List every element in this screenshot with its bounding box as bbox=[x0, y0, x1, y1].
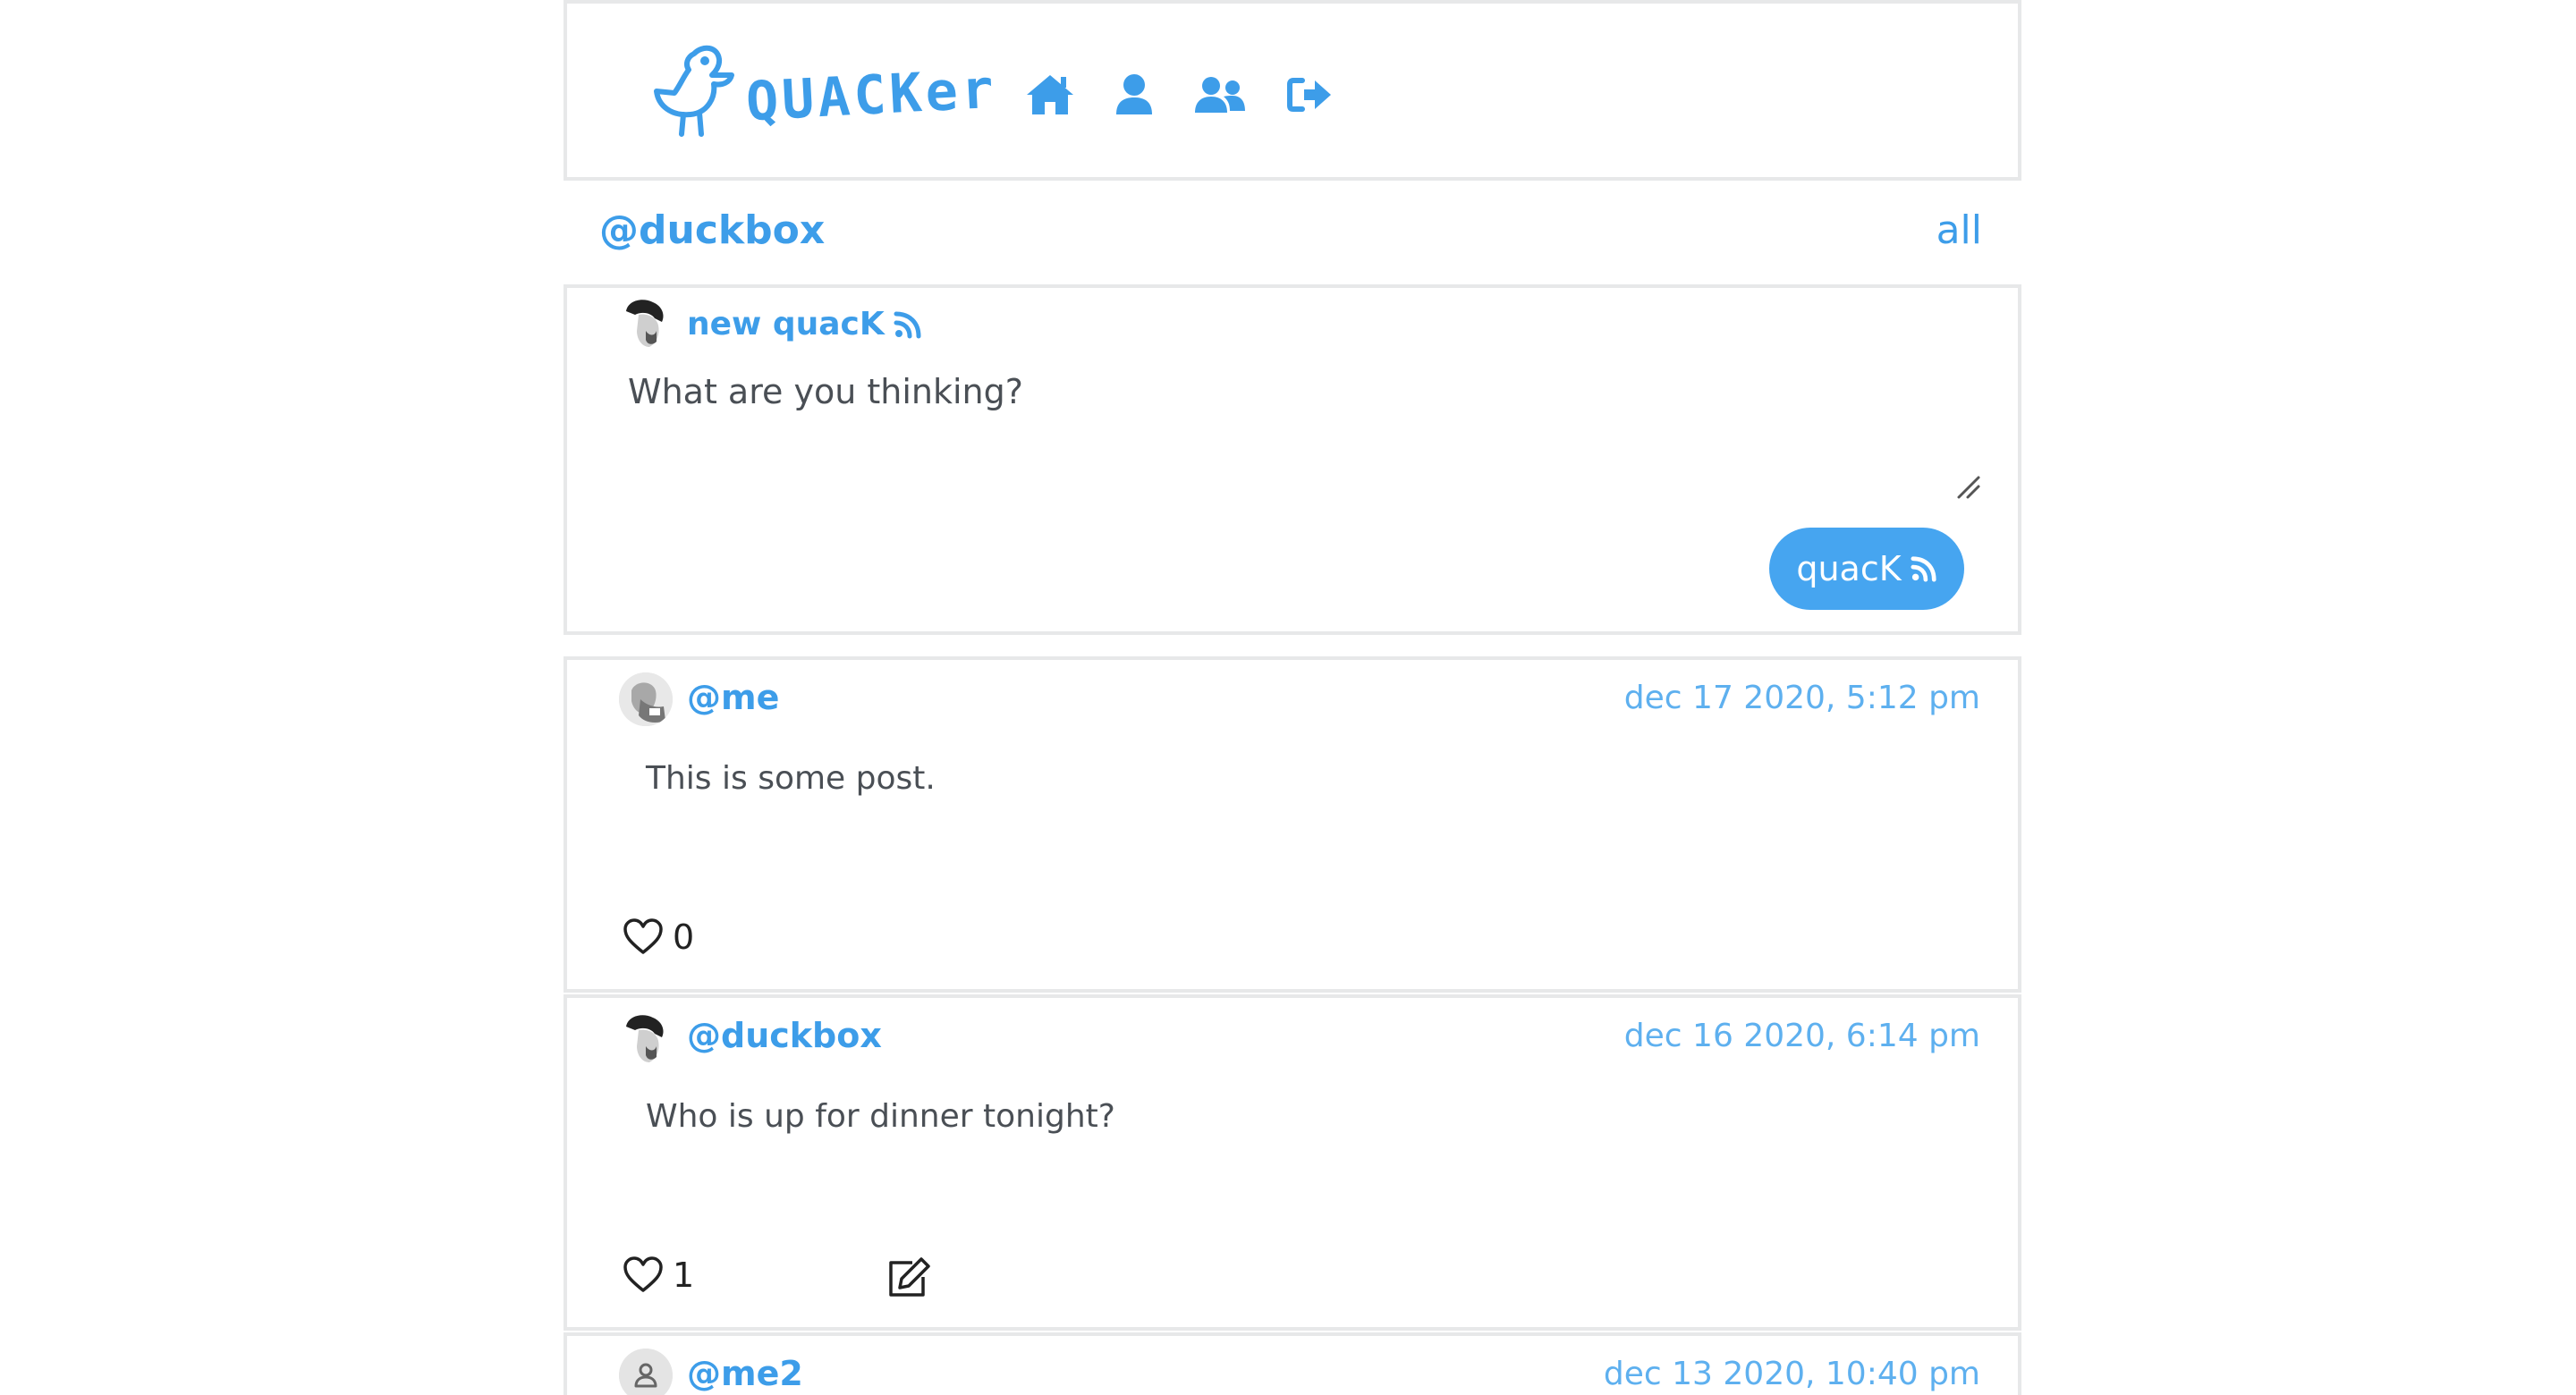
profile-photo-icon bbox=[626, 300, 664, 347]
user-icon[interactable] bbox=[1114, 73, 1154, 116]
post-card: @duckbox dec 16 2020, 6:14 pm Who is up … bbox=[564, 994, 2021, 1331]
avatar bbox=[619, 1010, 673, 1064]
compose-card: new quacK quacK bbox=[564, 284, 2021, 635]
rss-icon bbox=[894, 311, 921, 338]
app-header: QUACKer bbox=[564, 0, 2021, 181]
post-author[interactable]: @duckbox bbox=[687, 1016, 882, 1055]
post-text: Who is up for dinner tonight? bbox=[646, 1098, 1115, 1135]
post-date: dec 17 2020, 5:12 pm bbox=[1623, 680, 1980, 716]
home-icon[interactable] bbox=[1025, 73, 1075, 116]
main-nav bbox=[1025, 73, 1333, 116]
default-user-icon bbox=[619, 1348, 673, 1395]
post-text: This is some post. bbox=[646, 760, 936, 797]
app-logo[interactable]: QUACKer bbox=[649, 41, 999, 140]
heart-icon bbox=[623, 1256, 663, 1292]
compose-title: new quacK bbox=[687, 306, 922, 342]
quack-submit-button[interactable]: quacK bbox=[1769, 528, 1964, 610]
avatar bbox=[619, 672, 673, 726]
like-count: 0 bbox=[673, 917, 695, 957]
post-card: @me2 dec 13 2020, 10:40 pm bbox=[564, 1332, 2021, 1395]
sign-out-icon[interactable] bbox=[1286, 75, 1333, 114]
like-count: 1 bbox=[673, 1256, 695, 1295]
page: QUACKer @duckbox all new quacK What are … bbox=[0, 0, 2576, 1395]
edit-icon[interactable] bbox=[886, 1257, 930, 1298]
post-author[interactable]: @me2 bbox=[687, 1354, 803, 1393]
compose-textarea[interactable] bbox=[628, 372, 1996, 515]
post-card: @me dec 17 2020, 5:12 pm This is some po… bbox=[564, 656, 2021, 993]
quack-button-label: quacK bbox=[1796, 549, 1902, 588]
current-user-handle: @duckbox bbox=[599, 207, 826, 253]
post-date: dec 13 2020, 10:40 pm bbox=[1603, 1356, 1980, 1392]
app-name: QUACKer bbox=[744, 57, 999, 134]
compose-title-text: new quacK bbox=[687, 306, 885, 342]
avatar bbox=[619, 295, 673, 349]
post-date: dec 16 2020, 6:14 pm bbox=[1623, 1018, 1980, 1054]
resize-handle-icon[interactable] bbox=[1955, 474, 1982, 501]
avatar bbox=[619, 1348, 673, 1395]
heart-icon bbox=[623, 918, 663, 954]
post-author[interactable]: @me bbox=[687, 678, 779, 717]
duck-logo-icon bbox=[654, 45, 734, 137]
rss-icon bbox=[1911, 556, 1936, 582]
profile-photo-icon bbox=[626, 1015, 664, 1062]
like-button[interactable]: 1 bbox=[623, 1256, 694, 1295]
users-icon[interactable] bbox=[1193, 75, 1247, 114]
filter-all-link[interactable]: all bbox=[1936, 207, 1982, 253]
like-button[interactable]: 0 bbox=[623, 917, 694, 957]
profile-photo-icon bbox=[619, 672, 673, 726]
